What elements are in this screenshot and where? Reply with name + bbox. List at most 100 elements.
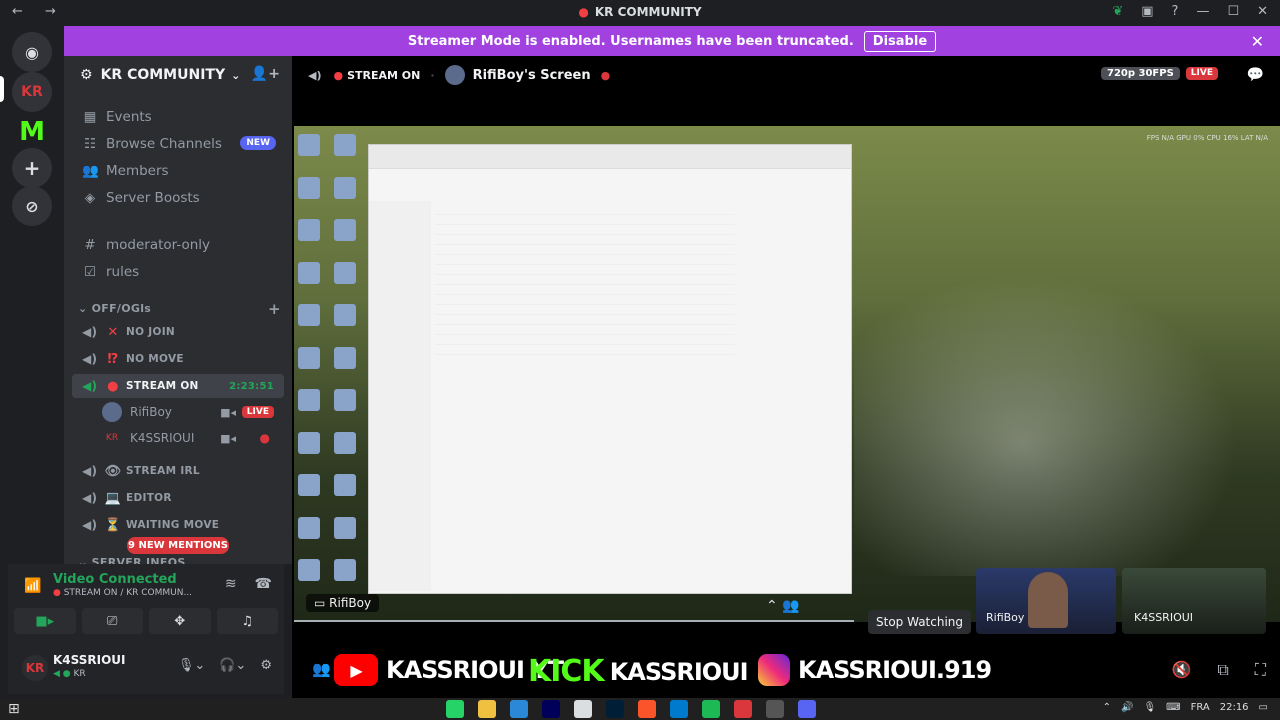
close-icon[interactable]: ✕ [1257, 4, 1268, 19]
add-people-icon[interactable]: 👥 [312, 660, 331, 678]
screen-share-button[interactable]: ⎚ [81, 608, 143, 634]
shared-screen: FPS N/A GPU 0% CPU 16% LAT N/A [294, 126, 1280, 622]
help-icon[interactable]: ? [1172, 4, 1179, 19]
avatar[interactable]: KR [22, 655, 48, 681]
kick-handle: KICK KASSRIOUI [528, 654, 749, 689]
voice-channel-no-move[interactable]: ◀) ⁉ NO MOVE [72, 347, 284, 371]
maximize-icon[interactable]: ☐ [1227, 4, 1239, 19]
acrobat-icon[interactable] [734, 700, 752, 718]
desktop-icons [298, 134, 362, 594]
soundboard-icon: ♫ [241, 613, 254, 629]
obs-icon[interactable] [766, 700, 784, 718]
server-name: KR COMMUNITY [100, 67, 226, 83]
notepad-icon[interactable] [574, 700, 592, 718]
calendar-icon: ▦ [83, 109, 97, 125]
activities-button[interactable]: ✥ [149, 608, 211, 634]
stream-controls: 🔇 ⧉ ⛶ [1171, 660, 1266, 680]
voice-channel-no-join[interactable]: ◀) ✕ NO JOIN [72, 320, 284, 344]
voice-channel-stream-irl[interactable]: ◀) 👁 STREAM IRL [72, 459, 284, 483]
voice-channel-path: ● STREAM ON / KR COMMUN... [53, 588, 193, 598]
discover-icon[interactable]: ⊘ [12, 186, 52, 226]
category-off-ogls[interactable]: ⌄ OFF/OGls + [78, 300, 281, 318]
stream-screen-name: RifiBoy's Screen [472, 67, 591, 83]
performance-overlay: FPS N/A GPU 0% CPU 16% LAT N/A [1146, 134, 1268, 142]
spotify-icon[interactable] [702, 700, 720, 718]
sidebar-item-members[interactable]: 👥 Members [72, 158, 284, 184]
red-circle-emoji-icon: ● [333, 68, 344, 82]
username[interactable]: K4SSRIOUI [53, 653, 126, 667]
voice-channel-editor[interactable]: ◀) 💻 EDITOR [72, 486, 284, 510]
after-effects-icon[interactable] [542, 700, 560, 718]
headphones-icon[interactable]: 🎧⌄ [219, 658, 246, 673]
soundboard-button[interactable]: ♫ [216, 608, 278, 634]
selected-server-pill [0, 76, 4, 102]
microphone-tray-icon[interactable]: 🎙 [1143, 702, 1156, 713]
microphone-icon[interactable]: 🎙⌄ [178, 658, 205, 673]
edge-icon[interactable] [510, 700, 528, 718]
signal-icon[interactable]: 📶 [24, 578, 41, 594]
camera-button[interactable]: ■▸ [14, 608, 76, 634]
windows-start-icon[interactable]: ⊞ [8, 701, 20, 717]
chevron-down-icon: ⌄ [78, 302, 92, 315]
browse-icon: ☷ [83, 136, 97, 152]
m-server-icon[interactable]: M [12, 112, 52, 152]
invite-people-icon[interactable]: 👤+ [251, 66, 280, 82]
language-indicator[interactable]: FRA [1191, 702, 1210, 713]
participant-tile-rifiboy[interactable]: RifiBoy [976, 568, 1116, 634]
add-server-icon[interactable]: + [12, 148, 52, 188]
text-channel-moderator-only[interactable]: # moderator-only [72, 232, 284, 258]
discord-icon[interactable] [798, 700, 816, 718]
whatsapp-icon[interactable] [446, 700, 464, 718]
noise-suppression-icon[interactable]: ≋ [225, 576, 237, 592]
photoshop-icon[interactable] [606, 700, 624, 718]
vscode-icon[interactable] [670, 700, 688, 718]
volume-icon[interactable]: 🔊 [1121, 702, 1133, 713]
close-banner-icon[interactable]: ✕ [1251, 32, 1264, 51]
camera-icon: ■◂ [220, 431, 236, 445]
voice-channel-waiting-move[interactable]: ◀) ⏳ WAITING MOVE [72, 513, 284, 537]
expand-up-icon[interactable]: ⌃ 👥 [766, 598, 800, 614]
red-circle-emoji-icon: ● [107, 378, 119, 394]
create-channel-icon[interactable]: + [268, 300, 281, 318]
server-header[interactable]: ⚙ KR COMMUNITY ⌄ 👤+ [64, 56, 292, 94]
voice-speaker-icon: ◀) [82, 518, 98, 532]
chevron-up-icon[interactable]: ⌃ [1103, 702, 1111, 713]
minimize-icon[interactable]: — [1196, 4, 1209, 19]
popout-icon[interactable]: ⧉ [1217, 660, 1228, 680]
chevron-down-icon: ⌄ [78, 556, 92, 564]
file-explorer-icon[interactable] [478, 700, 496, 718]
kr-community-server-icon[interactable]: KR [12, 72, 52, 112]
disable-streamer-mode-button[interactable]: Disable [863, 30, 937, 52]
instagram-handle: KASSRIOUI.919 [758, 654, 992, 686]
notification-icon[interactable]: ▭ [1259, 702, 1268, 713]
brave-icon[interactable] [638, 700, 656, 718]
mute-stream-icon[interactable]: 🔇 [1171, 660, 1191, 680]
new-mentions-pill[interactable]: 9 NEW MENTIONS [127, 537, 229, 554]
clock[interactable]: 22:16 [1220, 702, 1249, 713]
keyboard-icon[interactable]: ⌨ [1166, 702, 1180, 713]
participant-tile-k4ssrioui[interactable]: K4SSRIOUI [1122, 568, 1266, 634]
windows-taskbar: ⊞ ⌃ 🔊 🎙 ⌨ FRA 22:16 ▭ [0, 698, 1280, 720]
leaf-icon[interactable]: ❦ [1112, 4, 1123, 19]
fullscreen-icon[interactable]: ⛶ [1255, 660, 1266, 680]
voice-status[interactable]: Video Connected [53, 572, 177, 587]
stop-watching-button[interactable]: Stop Watching [868, 610, 972, 634]
category-server-infos[interactable]: ⌄ SERVER INFOS [78, 556, 186, 564]
sidebar-item-events[interactable]: ▦ Events [72, 104, 284, 130]
separator: · [430, 68, 435, 82]
text-channel-rules[interactable]: ☑ rules [72, 259, 284, 285]
chat-icon[interactable]: 💬 [1247, 67, 1264, 83]
stream-stage[interactable]: FPS N/A GPU 0% CPU 16% LAT N/A ▭ RifiBoy… [292, 94, 1280, 698]
sidebar-item-browse-channels[interactable]: ☷ Browse Channels NEW [72, 131, 284, 157]
voice-user-rifiboy[interactable]: RifiBoy ■◂ LIVE [102, 400, 284, 424]
discord-home-icon[interactable]: ◉ [12, 32, 52, 72]
voice-channel-stream-on[interactable]: ◀) ● STREAM ON 2:23:51 [72, 374, 284, 398]
youtube-icon: ▶ [334, 654, 378, 686]
sidebar-item-server-boosts[interactable]: ◈ Server Boosts [72, 185, 284, 211]
inbox-icon[interactable]: ▣ [1141, 4, 1153, 19]
file-explorer-window [368, 144, 852, 594]
avatar [444, 65, 465, 85]
voice-user-k4ssrioui[interactable]: KR K4SSRIOUI ■◂ ● [102, 426, 284, 450]
disconnect-icon[interactable]: ☎ [255, 576, 272, 592]
user-settings-icon[interactable]: ⚙ [260, 658, 272, 673]
